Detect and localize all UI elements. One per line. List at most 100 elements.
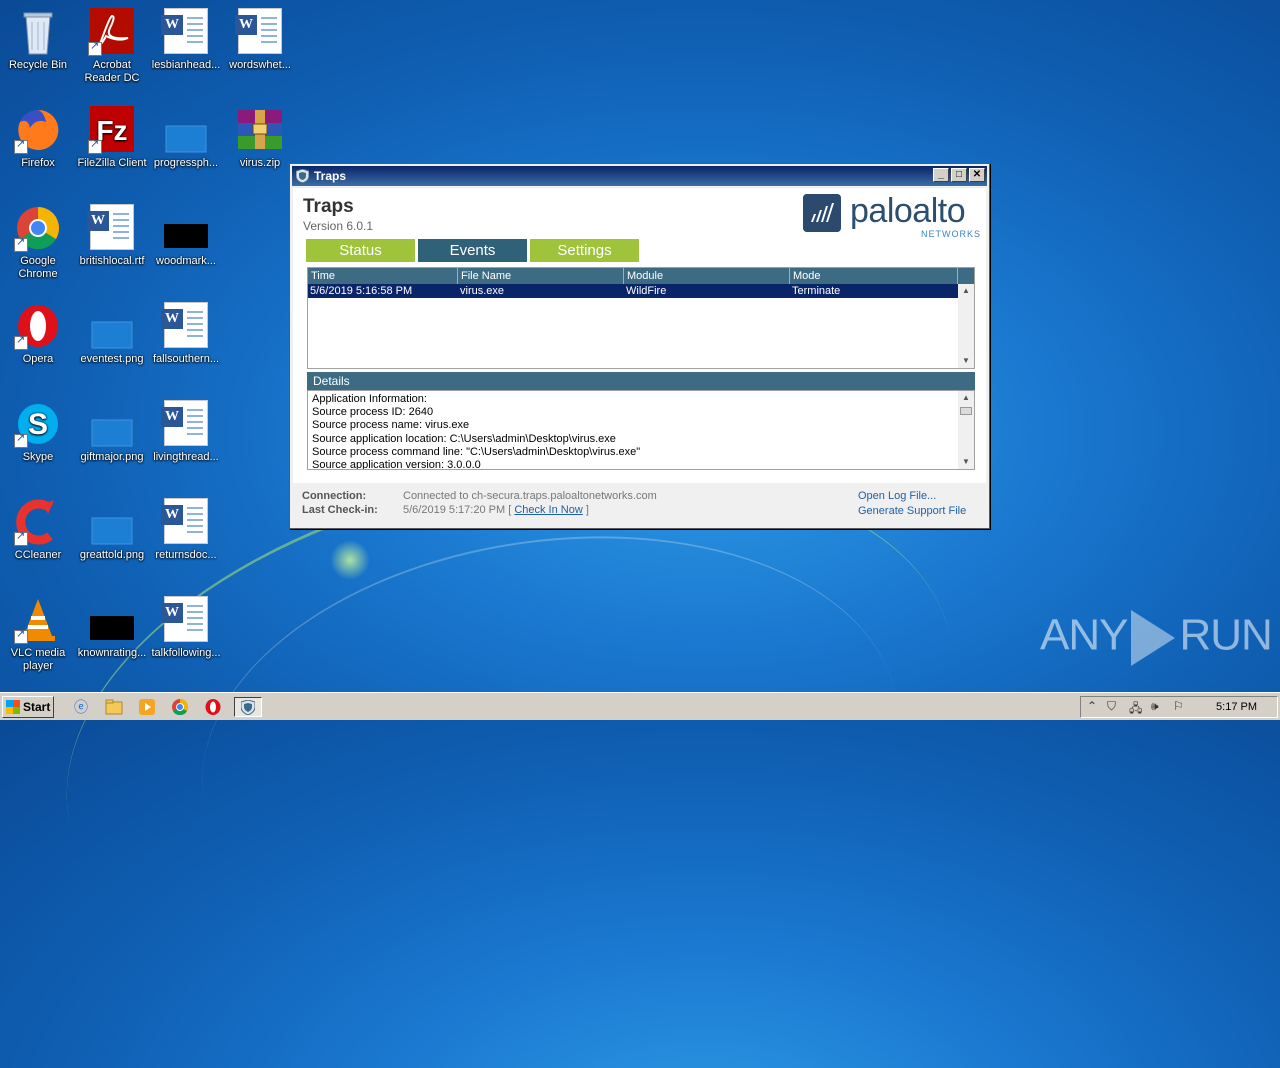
paloalto-wordmark: paloalto: [850, 192, 966, 230]
scroll-down-icon[interactable]: ▼: [958, 354, 974, 368]
cell-time: 5/6/2019 5:16:58 PM: [310, 285, 413, 297]
desktop-icon-label: VLC media player: [10, 647, 66, 672]
desktop-icon-eventest[interactable]: eventest.png: [74, 302, 150, 366]
open-log-file-link[interactable]: Open Log File...: [858, 490, 936, 502]
chrome-taskbar-icon[interactable]: [169, 697, 191, 717]
word-document-icon: W: [161, 498, 210, 546]
cell-module: WildFire: [626, 285, 667, 297]
generate-support-file-link[interactable]: Generate Support File: [858, 505, 966, 517]
scroll-thumb[interactable]: [960, 407, 972, 415]
desktop-icon-opera[interactable]: Opera: [0, 302, 76, 366]
word-document-icon: W: [161, 400, 210, 448]
close-button[interactable]: ✕: [969, 168, 985, 182]
desktop-icon-lesbianhead[interactable]: W lesbianhead...: [148, 8, 224, 72]
desktop-icon-fallsouthern[interactable]: W fallsouthern...: [148, 302, 224, 366]
details-text: Application Information: Source process …: [312, 393, 641, 470]
desktop-icon-greattold[interactable]: greattold.png: [74, 498, 150, 562]
column-header-mode[interactable]: Mode: [790, 268, 958, 284]
image-file-icon: [88, 498, 136, 546]
volume-icon[interactable]: 🕪: [1151, 699, 1159, 714]
acrobat-icon: [88, 8, 136, 56]
desktop-icon-label: knownrating...: [77, 647, 147, 659]
column-header-time[interactable]: Time: [308, 268, 458, 284]
details-panel[interactable]: Application Information: Source process …: [307, 390, 975, 470]
action-center-flag-icon[interactable]: ⚐: [1173, 699, 1184, 713]
desktop-icon-label: britishlocal.rtf: [79, 255, 145, 267]
status-bar: Connection: Connected to ch-secura.traps…: [293, 483, 986, 525]
skype-icon: S: [14, 400, 62, 448]
opera-taskbar-icon[interactable]: [202, 697, 224, 717]
events-scrollbar[interactable]: ▲ ▼: [958, 284, 974, 368]
desktop-icon-label: Skype: [22, 451, 54, 463]
events-table-header: Time File Name Module Mode: [308, 268, 974, 284]
shortcut-arrow-icon: [14, 628, 28, 644]
traps-tray-shield-icon[interactable]: ⛉: [1107, 699, 1116, 714]
desktop-icon-giftmajor[interactable]: giftmajor.png: [74, 400, 150, 464]
table-row[interactable]: 5/6/2019 5:16:58 PM virus.exe WildFire T…: [308, 284, 958, 298]
desktop-icon-google-chrome[interactable]: Google Chrome: [0, 204, 76, 281]
ccleaner-icon: [14, 498, 62, 546]
desktop-icon-label: woodmark...: [156, 255, 216, 267]
image-file-icon: [88, 400, 136, 448]
maximize-button[interactable]: □: [951, 168, 967, 182]
desktop-icon-recycle-bin[interactable]: Recycle Bin: [0, 8, 76, 72]
column-header-module[interactable]: Module: [624, 268, 790, 284]
minimize-button[interactable]: _: [933, 168, 949, 182]
desktop-icon-progressph[interactable]: progressph...: [148, 106, 224, 170]
desktop-icon-wordswhet[interactable]: W wordswhet...: [222, 8, 298, 72]
show-hidden-icons-icon[interactable]: ⌃: [1087, 699, 1097, 713]
desktop-icon-britishlocal[interactable]: W britishlocal.rtf: [74, 204, 150, 268]
desktop-icon-label: lesbianhead...: [151, 59, 221, 71]
windows-logo-icon: [6, 700, 20, 714]
desktop-icon-label: CCleaner: [14, 549, 62, 561]
logo-text-palo: palo: [850, 192, 913, 230]
checkin-value: 5/6/2019 5:17:20 PM [: [403, 504, 512, 516]
desktop-icon-skype[interactable]: S Skype: [0, 400, 76, 464]
tab-events[interactable]: Events: [418, 239, 527, 262]
desktop-icon-acrobat[interactable]: Acrobat Reader DC: [74, 8, 150, 85]
desktop-icon-label: wordswhet...: [229, 59, 291, 71]
watermark-text-right: RUN: [1179, 610, 1272, 660]
desktop-icon-talkfollowing[interactable]: W talkfollowing...: [148, 596, 224, 660]
scroll-up-icon[interactable]: ▲: [958, 284, 974, 298]
desktop-icon-virus-zip[interactable]: virus.zip: [222, 106, 298, 170]
events-table[interactable]: Time File Name Module Mode 5/6/2019 5:16…: [307, 267, 975, 369]
file-explorer-icon[interactable]: [103, 697, 125, 717]
traps-window[interactable]: Traps _ □ ✕ Traps Version 6.0.1 paloalto…: [289, 163, 990, 529]
media-player-icon[interactable]: [136, 697, 158, 717]
wallpaper-glow: [330, 540, 370, 580]
desktop-icon-label: Google Chrome: [18, 255, 58, 280]
desktop-icon-knownrating[interactable]: knownrating...: [74, 596, 150, 660]
tab-status[interactable]: Status: [306, 239, 415, 262]
desktop-icon-firefox[interactable]: Firefox: [0, 106, 76, 170]
check-in-now-link[interactable]: Check In Now: [514, 504, 582, 516]
traps-taskbar-button[interactable]: [234, 697, 262, 717]
network-icon[interactable]: 🖧: [1129, 699, 1142, 720]
internet-explorer-icon[interactable]: ⓔ: [70, 697, 92, 717]
app-name: Traps: [303, 196, 354, 217]
desktop-icon-livingthread[interactable]: W livingthread...: [148, 400, 224, 464]
image-file-icon: [162, 204, 210, 252]
desktop-icon-returnsdoc[interactable]: W returnsdoc...: [148, 498, 224, 562]
recycle-bin-icon: [14, 8, 62, 56]
desktop-icon-label: progressph...: [153, 157, 219, 169]
play-icon: [1131, 610, 1176, 666]
details-scrollbar[interactable]: ▲ ▼: [958, 391, 974, 469]
connection-value: Connected to ch-secura.traps.paloaltonet…: [403, 490, 657, 502]
column-header-file-name[interactable]: File Name: [458, 268, 624, 284]
scroll-down-icon[interactable]: ▼: [958, 455, 974, 469]
tab-bar: Status Events Settings: [306, 239, 639, 262]
desktop-icon-filezilla[interactable]: Fz FileZilla Client: [74, 106, 150, 170]
desktop-icon-label: eventest.png: [80, 353, 144, 365]
paloalto-logo: paloalto NETWORKS: [803, 192, 983, 239]
window-titlebar[interactable]: Traps _ □ ✕: [292, 166, 987, 186]
clock[interactable]: 5:17 PM: [1216, 701, 1257, 713]
start-button[interactable]: Start: [2, 696, 54, 718]
desktop-icon-ccleaner[interactable]: CCleaner: [0, 498, 76, 562]
desktop-icon-vlc[interactable]: VLC media player: [0, 596, 76, 673]
checkin-bracket: ]: [585, 504, 589, 516]
checkin-line: 5/6/2019 5:17:20 PM [ Check In Now ]: [403, 504, 589, 516]
desktop-icon-woodmark[interactable]: woodmark...: [148, 204, 224, 268]
scroll-up-icon[interactable]: ▲: [958, 391, 974, 405]
tab-settings[interactable]: Settings: [530, 239, 639, 262]
